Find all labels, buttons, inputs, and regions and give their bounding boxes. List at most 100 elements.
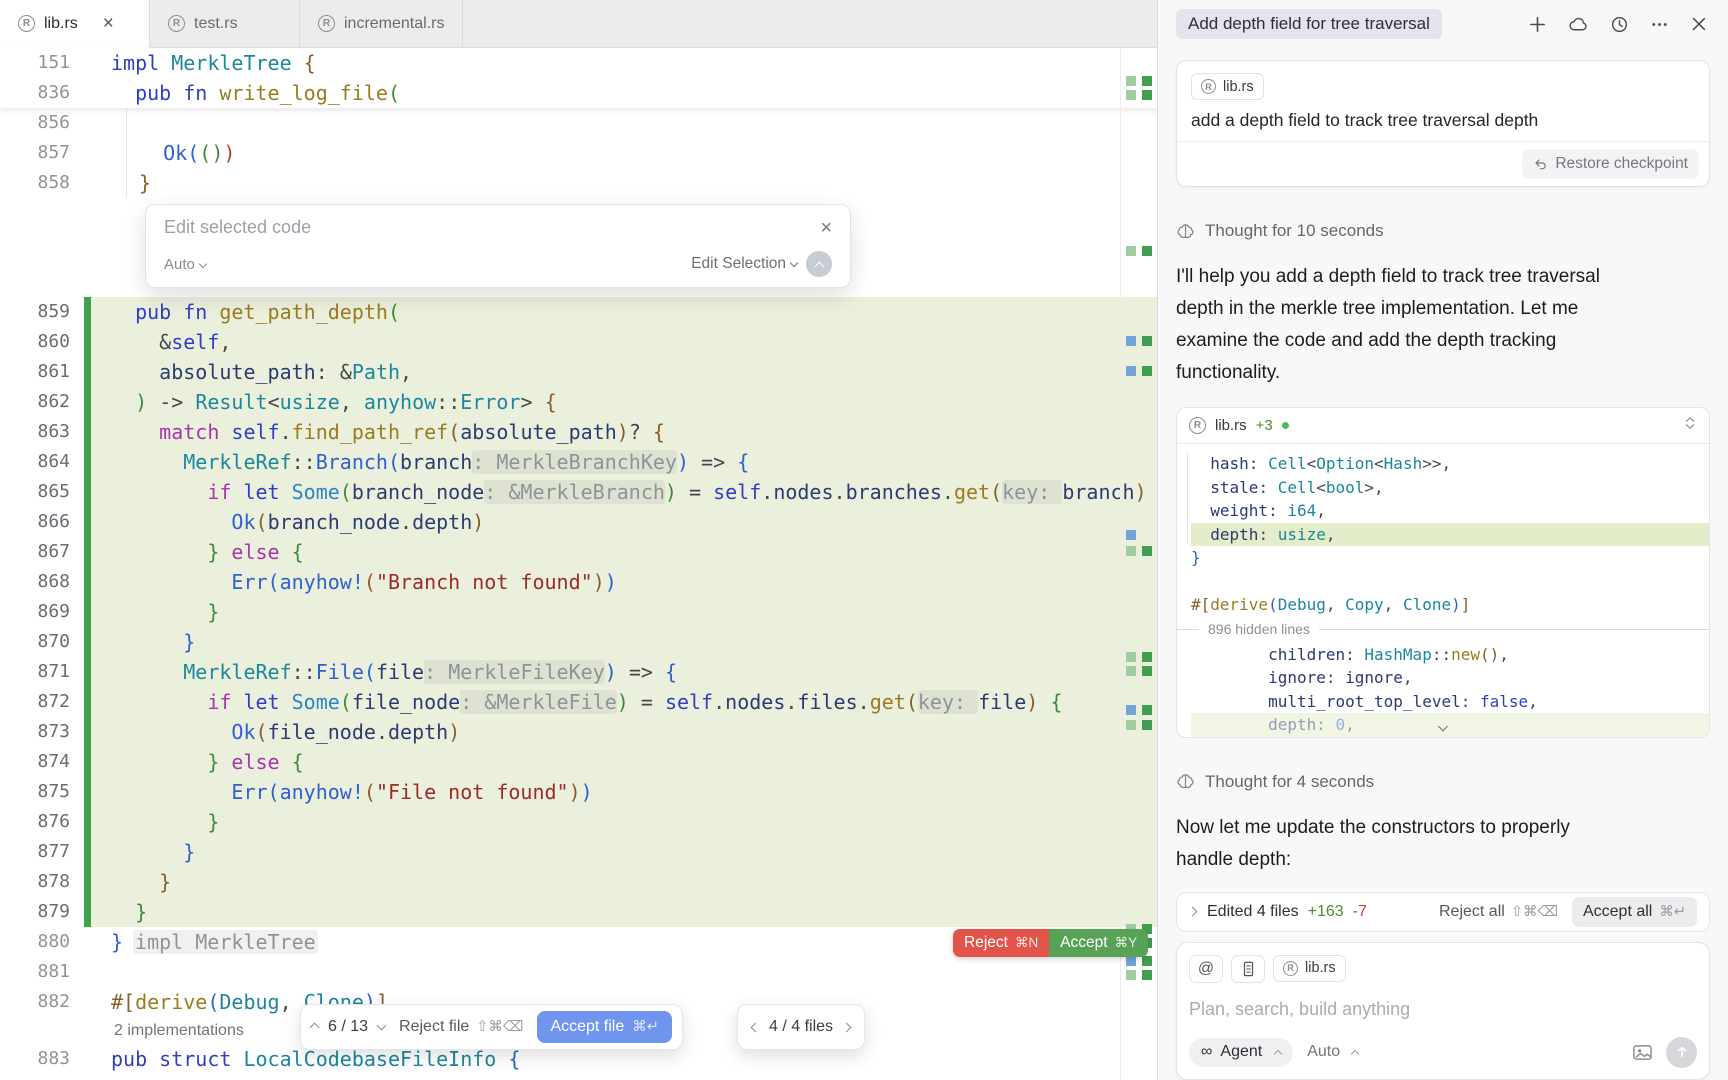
next-hunk-icon[interactable]: [377, 1020, 387, 1030]
line-number: 151: [0, 48, 78, 78]
thread-scroll-area[interactable]: R lib.rs add a depth field to track tree…: [1158, 48, 1728, 1080]
tab-incremental-rs[interactable]: R incremental.rs: [300, 0, 463, 47]
message-composer[interactable]: @ R lib.rs Plan, search, build anything …: [1176, 942, 1710, 1080]
selection-bar: [84, 297, 91, 327]
code-line: 878 }: [0, 867, 1157, 897]
selection-bar: [84, 1044, 91, 1074]
thought-row[interactable]: Thought for 4 seconds: [1176, 772, 1710, 792]
line-number: 877: [0, 837, 78, 867]
rust-file-icon: R: [1283, 961, 1298, 976]
rust-file-icon: R: [318, 15, 335, 32]
accept-file-button[interactable]: Accept file⌘↵: [537, 1011, 671, 1043]
agent-mode-selector[interactable]: ∞ Agent: [1189, 1038, 1293, 1067]
selection-bar: [84, 48, 91, 78]
line-number: 863: [0, 417, 78, 447]
tab-test-rs[interactable]: R test.rs: [150, 0, 300, 47]
added-lines-count: +3: [1256, 417, 1273, 434]
code-line: 863 match self.find_path_ref(absolute_pa…: [0, 417, 1157, 447]
diff-code-line: children: HashMap::new(),: [1191, 643, 1709, 667]
selection-bar: [84, 477, 91, 507]
reject-file-button[interactable]: Reject file⇧⌘⌫: [399, 1018, 523, 1036]
composer-input[interactable]: Plan, search, build anything: [1189, 999, 1697, 1020]
selection-bar: [84, 387, 91, 417]
next-file-icon[interactable]: [842, 1022, 852, 1032]
selection-bar: [84, 417, 91, 447]
history-icon[interactable]: [1610, 15, 1629, 34]
code-line: 860 &self,: [0, 327, 1157, 357]
prev-hunk-icon[interactable]: [310, 1022, 320, 1032]
send-button[interactable]: [1666, 1037, 1697, 1068]
file-context-chip[interactable]: R lib.rs: [1191, 73, 1264, 100]
thread-title[interactable]: Add depth field for tree traversal: [1176, 9, 1442, 39]
restore-checkpoint-button[interactable]: Restore checkpoint: [1522, 149, 1699, 179]
close-icon[interactable]: [1690, 15, 1708, 33]
line-number: 865: [0, 477, 78, 507]
rules-button[interactable]: [1231, 955, 1265, 983]
edited-file-card-header[interactable]: R lib.rs +3: [1177, 408, 1709, 444]
line-number: 859: [0, 297, 78, 327]
tab-label: test.rs: [194, 15, 238, 33]
model-selector[interactable]: Auto: [1307, 1043, 1358, 1061]
rust-file-icon: R: [18, 15, 35, 32]
code-line: 861 absolute_path: &Path,: [0, 357, 1157, 387]
code-line: 877 }: [0, 837, 1157, 867]
prev-file-icon[interactable]: [751, 1022, 761, 1032]
line-number: 867: [0, 537, 78, 567]
arrow-up-icon: [814, 261, 824, 271]
line-number: 874: [0, 747, 78, 777]
thought-label: Thought for 10 seconds: [1205, 221, 1384, 241]
line-number: 873: [0, 717, 78, 747]
line-number: 870: [0, 627, 78, 657]
chevron-right-icon[interactable]: [1188, 907, 1198, 917]
close-tab-icon[interactable]: ×: [103, 14, 114, 33]
edits-added: +163: [1308, 903, 1344, 921]
expand-icon[interactable]: [1683, 415, 1697, 436]
code-line: 875 Err(anyhow!("File not found")): [0, 777, 1157, 807]
assist-input[interactable]: Edit selected code: [164, 217, 311, 238]
diff-code-line: multi_root_top_level: false,: [1191, 690, 1709, 714]
selection-bar: [84, 807, 91, 837]
mention-button[interactable]: @: [1189, 955, 1223, 983]
line-number: 881: [0, 957, 78, 987]
agent-panel: Add depth field for tree traversal R lib…: [1157, 0, 1728, 1080]
assist-submit-button[interactable]: [806, 251, 832, 277]
code-line: 869 }: [0, 597, 1157, 627]
line-number: 860: [0, 327, 78, 357]
selection-bar: [84, 567, 91, 597]
selection-bar: [84, 927, 91, 957]
image-icon[interactable]: [1632, 1043, 1653, 1062]
brain-icon: [1176, 223, 1195, 240]
hidden-lines-separator[interactable]: 896 hidden lines: [1177, 617, 1709, 643]
tab-lib-rs[interactable]: R lib.rs ×: [0, 0, 150, 48]
code-line: 881: [0, 957, 1157, 987]
code-line: 867 } else {: [0, 537, 1157, 567]
chevron-down-icon[interactable]: [1440, 717, 1447, 735]
plus-icon[interactable]: [1528, 15, 1547, 34]
selection-bar: [84, 78, 91, 108]
assistant-message: Now let me update the constructors to pr…: [1176, 812, 1676, 876]
selection-bar: [84, 627, 91, 657]
line-number: 856: [0, 108, 78, 138]
diff-code-line: }: [1191, 546, 1709, 570]
diff-code-line: weight: i64,: [1191, 499, 1709, 523]
close-icon[interactable]: ×: [820, 218, 832, 238]
file-context-chip[interactable]: R lib.rs: [1273, 955, 1346, 982]
reject-hunk-button[interactable]: Reject⌘N: [953, 929, 1049, 957]
line-number: 879: [0, 897, 78, 927]
edit-selection-button[interactable]: Edit Selection: [691, 255, 797, 273]
diff-code-line: hash: Cell<Option<Hash>>,: [1191, 452, 1709, 476]
selection-bar: [84, 357, 91, 387]
scrollbar-divider: [1120, 48, 1121, 1080]
more-icon[interactable]: [1650, 15, 1669, 34]
code-line: 871 MerkleRef::File(file: MerkleFileKey)…: [0, 657, 1157, 687]
files-position: 4 / 4 files: [769, 1018, 833, 1036]
cloud-icon[interactable]: [1568, 15, 1589, 34]
assist-model-selector[interactable]: Auto: [164, 256, 206, 273]
accept-all-button[interactable]: Accept all⌘↵: [1572, 897, 1697, 927]
thought-row[interactable]: Thought for 10 seconds: [1176, 221, 1710, 241]
reject-all-button[interactable]: Reject all⇧⌘⌫: [1439, 903, 1558, 921]
diff-code-block: hash: Cell<Option<Hash>>, stale: Cell<bo…: [1177, 444, 1709, 737]
accept-hunk-button[interactable]: Accept⌘Y: [1049, 929, 1148, 957]
tab-label: lib.rs: [44, 15, 78, 33]
user-message-text: add a depth field to track tree traversa…: [1191, 110, 1695, 131]
